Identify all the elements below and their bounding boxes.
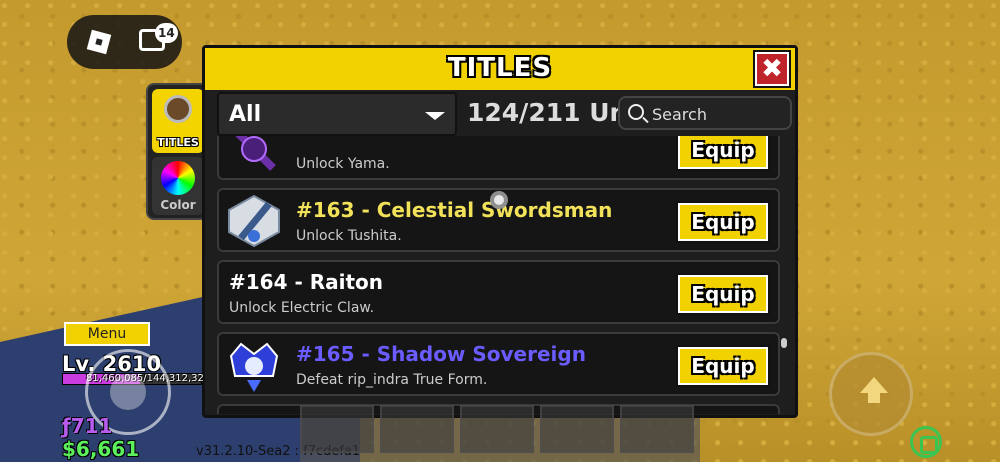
shadow-crown-icon [229, 342, 279, 392]
hotbar-slot[interactable] [460, 405, 534, 453]
panel-header: TITLES ✖ [205, 48, 795, 90]
search-icon [628, 104, 644, 120]
search-input[interactable] [652, 102, 787, 126]
title-row: #165 - Shadow Sovereign Defeat rip_indra… [217, 332, 780, 396]
close-button[interactable]: ✖ [753, 50, 791, 88]
menu-button[interactable]: Menu [64, 322, 150, 346]
title-description: Unlock Electric Claw. [229, 300, 375, 316]
cursor-icon [490, 191, 508, 209]
jump-button[interactable] [829, 352, 913, 436]
title-description: Unlock Tushita. [296, 228, 402, 244]
arrow-up-icon [860, 377, 888, 403]
tab-color-label: Color [160, 198, 196, 212]
hotbar-slot[interactable] [300, 405, 374, 453]
shift-lock-icon[interactable] [910, 426, 942, 458]
title-row: Unlock Yama. Equip [217, 136, 780, 180]
title-name: #164 - Raiton [229, 270, 384, 294]
roblox-menu-pill: 14 [67, 15, 182, 69]
tab-titles[interactable]: TITLES [152, 89, 204, 153]
money-counter: $6,661 [62, 437, 140, 461]
title-name: #163 - Celestial Swordsman [296, 198, 613, 222]
hotbar-slot[interactable] [620, 405, 694, 453]
anchor-icon [164, 95, 192, 123]
hotbar-slot[interactable] [380, 405, 454, 453]
chevron-down-icon [425, 112, 445, 120]
titles-list[interactable]: Unlock Yama. Equip #163 - Celestial Swor… [217, 136, 780, 414]
title-name: #165 - Shadow Sovereign [296, 342, 586, 366]
search-box[interactable] [618, 96, 792, 130]
filter-dropdown[interactable]: All [217, 92, 457, 136]
title-row: #164 - Raiton Unlock Electric Claw. Equi… [217, 260, 780, 324]
yama-sword-icon [235, 136, 276, 171]
hotbar-slot[interactable] [540, 405, 614, 453]
tab-color[interactable]: Color [152, 157, 204, 215]
fragments-counter: ƒ711 [62, 414, 113, 438]
tab-titles-label: TITLES [157, 136, 199, 149]
tushita-sword-icon [228, 194, 280, 248]
titles-panel: TITLES ✖ All 124/211 Unlocked Unlock Yam… [202, 45, 798, 418]
list-scrollbar[interactable] [781, 338, 787, 348]
chat-badge: 14 [155, 23, 178, 43]
side-tabs: TITLES Color [146, 83, 208, 220]
equip-button[interactable]: Equip [676, 201, 770, 243]
hotbar [300, 405, 700, 462]
roblox-logo-icon[interactable] [86, 29, 112, 55]
color-wheel-icon [161, 161, 195, 195]
equip-button[interactable]: Equip [676, 136, 770, 171]
equip-button[interactable]: Equip [676, 273, 770, 315]
equip-button[interactable]: Equip [676, 345, 770, 387]
filter-value: All [229, 102, 262, 127]
panel-title: TITLES [447, 53, 553, 83]
title-description: Unlock Yama. [296, 156, 390, 172]
title-description: Defeat rip_indra True Form. [296, 372, 488, 388]
